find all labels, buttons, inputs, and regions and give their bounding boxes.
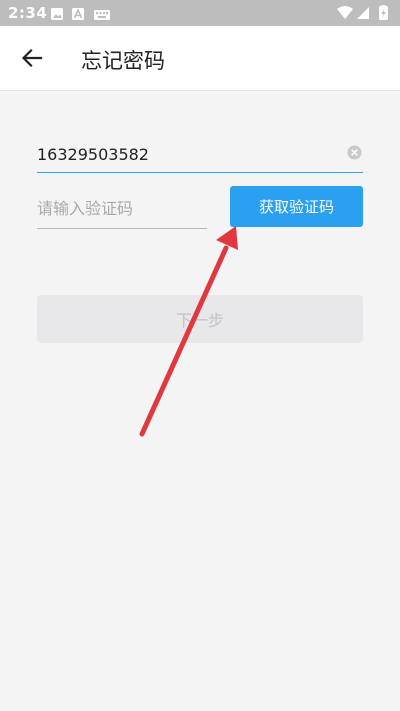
status-left-icons — [50, 6, 112, 20]
battery-charging-icon — [379, 5, 388, 20]
phone-input[interactable] — [37, 142, 337, 166]
next-step-button[interactable]: 下一步 — [37, 295, 363, 343]
arrow-left-icon — [21, 48, 43, 68]
keyboard-icon — [94, 10, 110, 20]
status-bar: 2:34 — [0, 0, 400, 26]
get-code-button[interactable]: 获取验证码 — [230, 186, 363, 227]
status-time: 2:34 — [8, 4, 48, 22]
verification-code-field — [37, 186, 207, 229]
app-bar: 忘记密码 — [0, 26, 400, 91]
verification-code-input[interactable] — [37, 196, 207, 220]
annotation-arrow-icon — [139, 226, 238, 437]
text-a-icon — [72, 8, 84, 20]
clear-icon[interactable] — [347, 145, 362, 160]
image-icon — [51, 8, 63, 20]
wifi-icon — [337, 6, 353, 19]
page-title: 忘记密码 — [81, 49, 165, 73]
signal-icon — [357, 7, 369, 19]
phone-field — [37, 132, 363, 173]
back-button[interactable] — [14, 40, 50, 76]
status-right-icons — [336, 5, 392, 21]
